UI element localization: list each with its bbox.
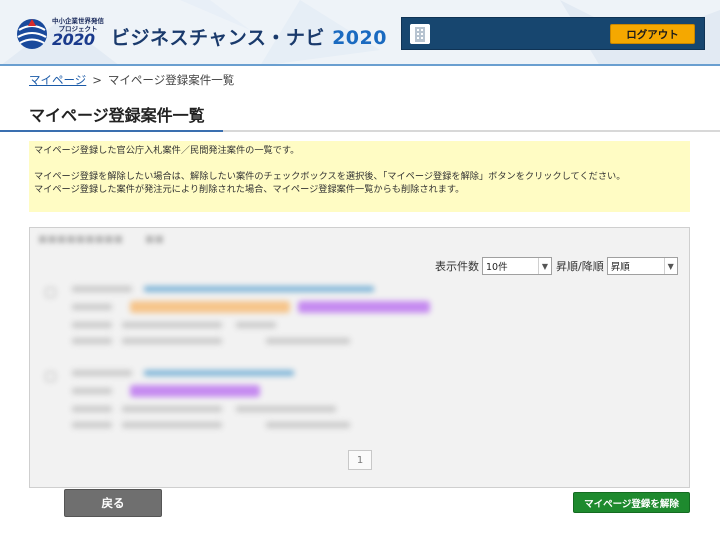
logout-button[interactable]: ログアウト (610, 24, 695, 44)
item-tag (130, 301, 290, 313)
user-bar: ログアウト (401, 17, 705, 50)
registered-items-panel: ■■■■■■■■■ ■■ 表示件数 10件 ▼ 昇順/降順 昇順 ▼ 1 (29, 227, 690, 488)
notice-line-2: マイページ登録を解除したい場合は、解除したい案件のチェックボックスを選択後、「マ… (34, 171, 626, 182)
item-checkbox[interactable] (46, 288, 55, 297)
globe-logo-icon (17, 19, 47, 49)
item-tag (298, 301, 430, 313)
sort-order-label: 昇順/降順 (556, 260, 604, 273)
notice-line-3: マイページ登録した案件が発注元により削除された場合、マイページ登録案件一覧からも… (34, 184, 465, 195)
panel-header-blurred: ■■■■■■■■■ ■■ (38, 234, 164, 245)
breadcrumb-separator: > (92, 73, 102, 87)
item-title-link[interactable] (144, 370, 294, 376)
site-title[interactable]: ビジネスチャンス・ナビ 2020 (111, 23, 387, 50)
list-item[interactable] (46, 368, 466, 438)
header-divider (0, 64, 720, 66)
unregister-button[interactable]: マイページ登録を解除 (573, 492, 690, 513)
sort-order-select[interactable]: 昇順 ▼ (606, 257, 678, 275)
logo-year: 2020 (52, 30, 95, 49)
breadcrumb-mypage-link[interactable]: マイページ (29, 73, 86, 87)
pagination-page-1[interactable]: 1 (348, 450, 372, 470)
breadcrumb-current: マイページ登録案件一覧 (107, 73, 235, 87)
sort-order-value: 昇順 (610, 262, 630, 273)
back-button[interactable]: 戻る (64, 489, 162, 517)
site-title-text: ビジネスチャンス・ナビ (111, 27, 325, 49)
display-count-select[interactable]: 10件 ▼ (482, 257, 552, 275)
notice-box: マイページ登録した官公庁入札案件／民間発注案件の一覧です。 マイページ登録を解除… (29, 141, 690, 212)
item-checkbox[interactable] (46, 372, 55, 381)
list-item[interactable] (46, 284, 466, 354)
title-underline-accent (0, 130, 223, 132)
item-tag (130, 385, 260, 397)
breadcrumb: マイページ > マイページ登録案件一覧 (29, 72, 234, 88)
chevron-down-icon: ▼ (538, 258, 551, 274)
display-count-label: 表示件数 (435, 260, 479, 273)
chevron-down-icon: ▼ (663, 258, 677, 274)
display-count-value: 10件 (486, 262, 508, 273)
site-header: 中小企業世界発信プロジェクト 2020 ビジネスチャンス・ナビ 2020 ログア… (0, 0, 720, 66)
notice-line-1: マイページ登録した官公庁入札案件／民間発注案件の一覧です。 (34, 145, 300, 156)
site-title-year: 2020 (332, 27, 387, 49)
page-title: マイページ登録案件一覧 (29, 106, 205, 125)
list-controls: 表示件数 10件 ▼ 昇順/降順 昇順 ▼ (435, 257, 678, 275)
item-title-link[interactable] (144, 286, 374, 292)
building-icon (410, 24, 430, 44)
